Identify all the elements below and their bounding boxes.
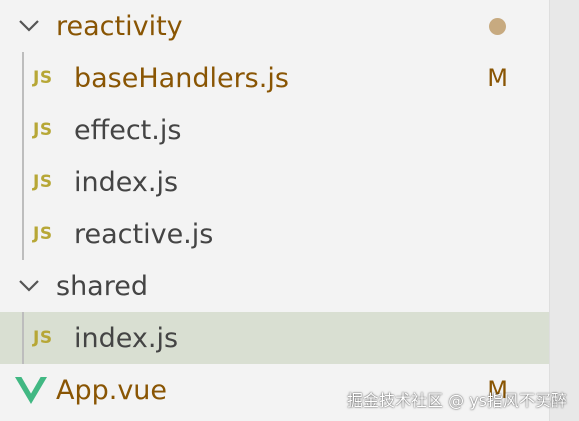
vue-icon — [15, 377, 47, 408]
file-label: index.js — [74, 166, 179, 198]
file-row-effect[interactable]: JS effect.js — [0, 104, 550, 156]
modified-dot-icon — [489, 17, 506, 35]
folder-label: shared — [56, 270, 148, 302]
folder-row-reactivity[interactable]: reactivity — [0, 0, 550, 52]
file-row-basehandlers[interactable]: JS baseHandlers.js M — [0, 52, 550, 104]
file-label: baseHandlers.js — [74, 62, 289, 94]
scrollbar[interactable] — [549, 0, 579, 421]
folder-label: reactivity — [56, 10, 183, 42]
chevron-down-icon[interactable] — [14, 0, 44, 52]
file-row-reactive[interactable]: JS reactive.js — [0, 208, 550, 260]
file-explorer-tree: reactivity JS baseHandlers.js M JS effec… — [0, 0, 550, 421]
watermark-text: 掘金技术社区 @ ys指风不买醉 — [347, 391, 567, 410]
folder-row-shared[interactable]: shared — [0, 260, 550, 312]
indent-guide — [22, 312, 24, 364]
file-label: reactive.js — [74, 218, 214, 250]
js-file-icon: JS — [33, 224, 53, 244]
file-row-shared-index[interactable]: JS index.js — [0, 312, 550, 364]
file-label: App.vue — [56, 374, 168, 406]
js-file-icon: JS — [33, 120, 53, 140]
file-label: index.js — [74, 322, 179, 354]
js-file-icon: JS — [33, 68, 53, 88]
git-status-badge: M — [487, 64, 508, 92]
file-row-index[interactable]: JS index.js — [0, 156, 550, 208]
js-file-icon: JS — [33, 328, 53, 348]
chevron-down-icon[interactable] — [14, 260, 44, 312]
js-file-icon: JS — [33, 172, 53, 192]
file-label: effect.js — [74, 114, 182, 146]
